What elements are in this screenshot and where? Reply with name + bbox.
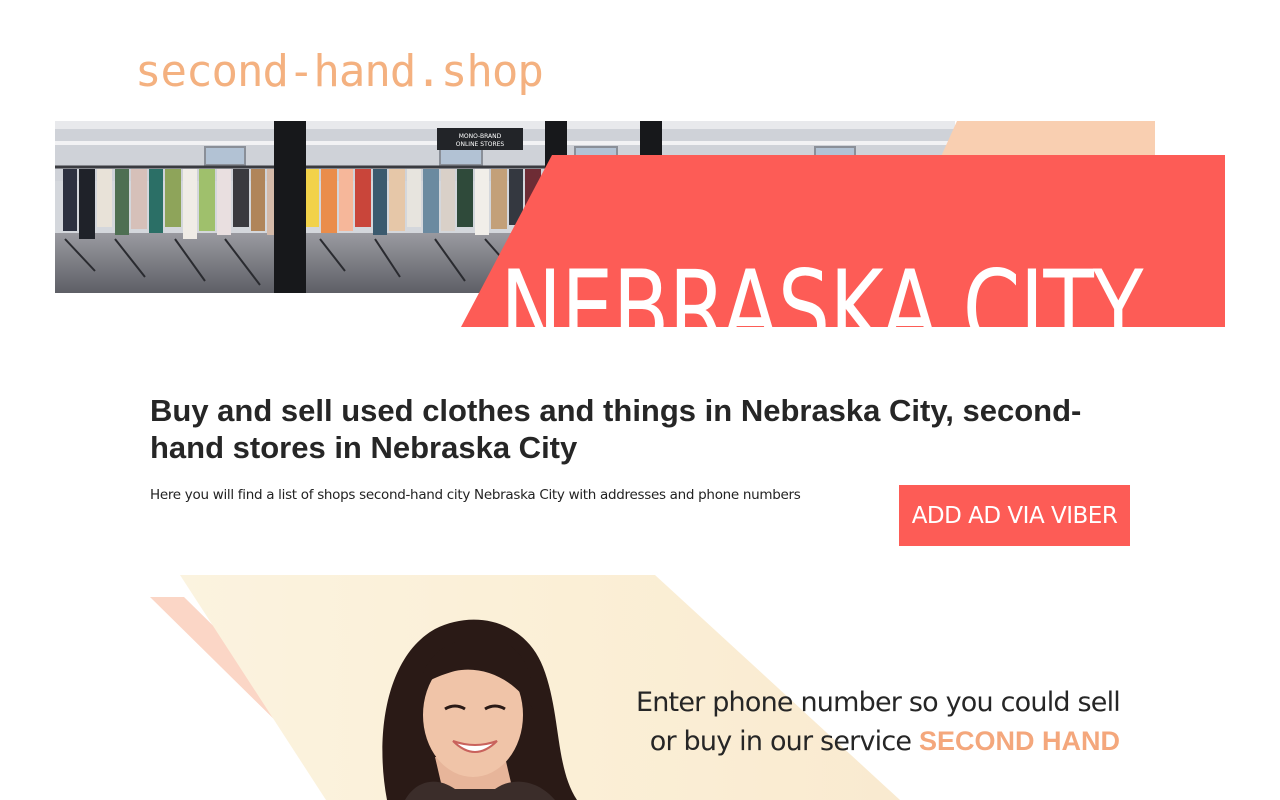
phone-promo-section: Enter phone number so you could sell or … (150, 575, 1130, 800)
svg-text:ONLINE STORES: ONLINE STORES (456, 141, 505, 148)
add-ad-via-viber-button[interactable]: ADD AD VIA VIBER (899, 485, 1130, 546)
promo-brand: SECOND HAND (918, 726, 1120, 756)
hero-banner: MONO-BRAND ONLINE STORES NEBRASKA CITY (55, 121, 1225, 327)
page: second-hand.shop MONO-BRAND ONLINE STORE… (0, 0, 1280, 800)
site-logo[interactable]: second-hand.shop (135, 44, 544, 100)
city-title: NEBRASKA CITY (500, 248, 1143, 372)
smiling-woman-photo (382, 619, 577, 800)
promo-message: Enter phone number so you could sell or … (620, 683, 1121, 761)
store-sign-text: MONO-BRAND (459, 133, 502, 140)
city-banner: NEBRASKA CITY (461, 155, 1225, 327)
intro-text: Here you will find a list of shops secon… (150, 487, 801, 503)
page-headline: Buy and sell used clothes and things in … (150, 393, 1082, 465)
